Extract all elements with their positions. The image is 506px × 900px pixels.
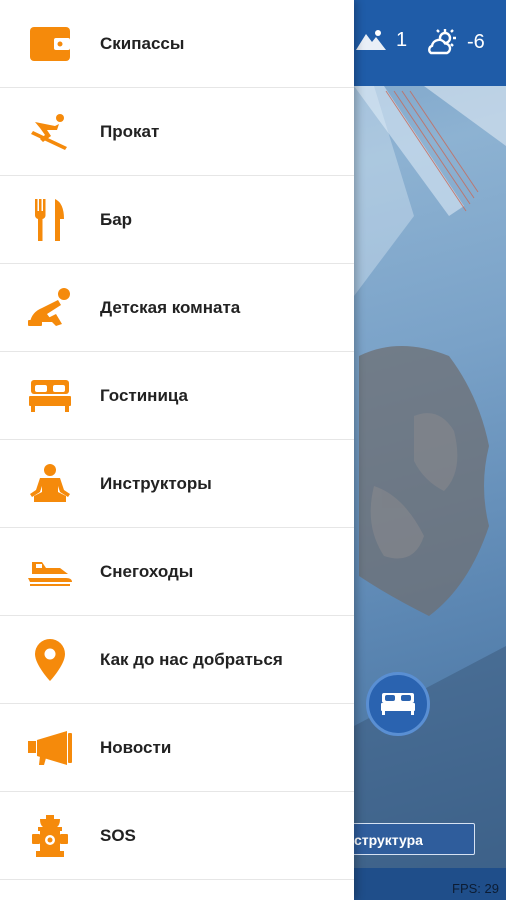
menu-item-sos[interactable]: SOS: [0, 792, 354, 880]
menu-item-label: Скипассы: [100, 34, 185, 53]
menu-item-skipasses[interactable]: Скипассы: [0, 0, 354, 88]
location-pin-icon: [28, 638, 72, 682]
menu-item-label: Детская комната: [100, 298, 241, 317]
menu-item-bar[interactable]: Бар: [0, 176, 354, 264]
menu-item-label: Снегоходы: [100, 562, 194, 581]
menu-item-rental[interactable]: Прокат: [0, 88, 354, 176]
menu-item-news[interactable]: Новости: [0, 704, 354, 792]
temperature-value: -6: [467, 30, 485, 53]
menu-item-directions[interactable]: Как до нас добраться: [0, 616, 354, 704]
fps-counter: FPS: 29: [452, 881, 499, 896]
mountain-icon: [354, 28, 388, 52]
menu-item-label: Как до нас добраться: [100, 650, 283, 669]
megaphone-icon: [28, 726, 72, 770]
map-terrain: [354, 86, 506, 868]
wallet-icon: [28, 22, 72, 66]
fork-knife-icon: [28, 198, 72, 242]
snowmobile-icon: [28, 550, 72, 594]
infrastructure-button[interactable]: структура: [335, 823, 475, 855]
menu-item-instructors[interactable]: Инструкторы: [0, 440, 354, 528]
bed-icon: [28, 374, 72, 418]
menu-item-label: Бар: [100, 210, 133, 229]
hotel-map-button[interactable]: [366, 672, 430, 736]
menu-item-label: Инструкторы: [100, 474, 212, 493]
partly-cloudy-icon: [425, 28, 459, 56]
menu-item-hotel[interactable]: Гостиница: [0, 352, 354, 440]
menu-item-label: Прокат: [100, 122, 160, 141]
menu-item-snowmobiles[interactable]: Снегоходы: [0, 528, 354, 616]
skier-icon: [28, 110, 72, 154]
menu-item-label: Гостиница: [100, 386, 189, 405]
lifts-status: 1: [354, 28, 407, 52]
navigation-drawer: Скипассы Прокат Бар Детская комната Гост…: [0, 0, 354, 900]
meditation-person-icon: [28, 462, 72, 506]
lifts-count: 1: [396, 28, 408, 51]
fire-hydrant-icon: [28, 814, 72, 858]
weather-status: -6: [425, 28, 485, 56]
menu-item-label: Новости: [100, 738, 172, 757]
menu-item-kids-room[interactable]: Детская комната: [0, 264, 354, 352]
menu-item-label: SOS: [100, 826, 136, 845]
child-play-icon: [28, 286, 72, 330]
bed-icon: [380, 689, 416, 720]
